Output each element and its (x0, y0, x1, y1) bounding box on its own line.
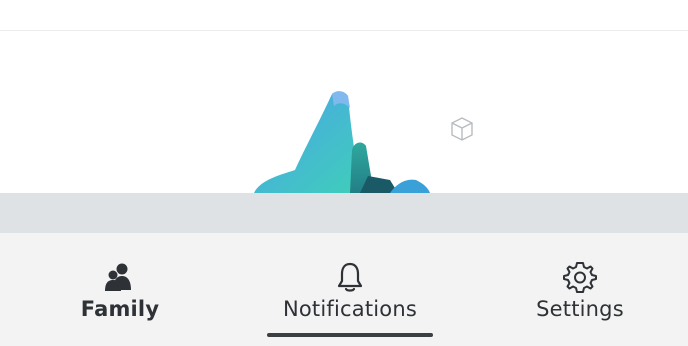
nav-item-settings[interactable]: Settings (520, 233, 640, 346)
bottom-navigation: Family Notifications Settings (0, 233, 688, 346)
cityscape-illustration (254, 91, 473, 193)
nav-label-notifications: Notifications (282, 297, 418, 321)
nav-label-family: Family (80, 297, 160, 321)
nav-item-notifications[interactable]: Notifications (260, 233, 440, 346)
screen: Family Notifications Settings (0, 0, 688, 346)
bell-icon (332, 259, 368, 295)
nav-item-family[interactable]: Family (60, 233, 180, 346)
nav-label-settings: Settings (536, 297, 624, 321)
top-divider (0, 30, 688, 31)
active-tab-indicator (267, 333, 433, 337)
cube-icon (451, 117, 473, 141)
family-icon (102, 259, 138, 295)
gear-icon (562, 259, 598, 295)
hill-right (390, 179, 430, 193)
gray-band (0, 193, 688, 233)
